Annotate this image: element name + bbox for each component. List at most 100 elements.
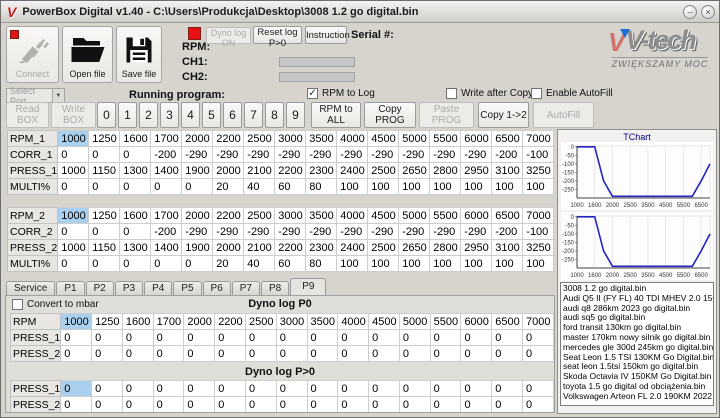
cell-PRESS_2-3[interactable]: 0 (152, 345, 185, 362)
cell-PRESS_2-14[interactable]: 0 (491, 345, 523, 362)
cell-PRESS_2-7[interactable]: 0 (275, 396, 308, 412)
program-digit-button[interactable]: 8 (265, 102, 284, 128)
cell-PRESS_2-12[interactable]: 0 (429, 345, 462, 362)
cell-CORR_2-7[interactable]: -290 (274, 223, 307, 240)
program-digit-button[interactable]: 9 (286, 102, 305, 128)
cell-MULTI%-1[interactable]: 0 (88, 178, 121, 195)
cell-MULTI%-12[interactable]: 100 (429, 178, 462, 195)
cell-RPM_2-2[interactable]: 1600 (119, 207, 152, 224)
cell-RPM-14[interactable]: 6500 (491, 313, 523, 330)
cell-PRESS_2-10[interactable]: 0 (368, 345, 400, 362)
cell-RPM_2-9[interactable]: 4000 (336, 207, 369, 224)
cell-MULTI%-5[interactable]: 20 (212, 178, 245, 195)
cell-PRESS_1-4[interactable]: 0 (183, 380, 216, 397)
cell-PRESS_1-1[interactable]: 1150 (88, 162, 121, 179)
tab-p6[interactable]: P6 (202, 281, 231, 295)
file-list-item[interactable]: Volkswagen Arteon FL 2.0 190KM 2022 Go D… (563, 392, 713, 402)
cell-CORR_1-3[interactable]: -200 (150, 146, 183, 163)
cell-RPM-13[interactable]: 6000 (460, 313, 493, 330)
cell-PRESS_1-14[interactable]: 0 (491, 380, 523, 397)
cell-PRESS_1-10[interactable]: 0 (368, 380, 400, 397)
cell-MULTI%-4[interactable]: 0 (181, 178, 214, 195)
cell-PRESS_1-7[interactable]: 2200 (274, 162, 307, 179)
cell-PRESS_1-0[interactable]: 0 (60, 329, 93, 346)
cell-PRESS_2-6[interactable]: 0 (244, 396, 277, 412)
cell-MULTI%-10[interactable]: 100 (367, 255, 400, 272)
file-list-item[interactable]: toyota 1.5 go digital od obciążenia.bin (563, 382, 713, 392)
cell-RPM-2[interactable]: 1600 (121, 313, 154, 330)
cell-RPM_1-15[interactable]: 7000 (522, 130, 555, 147)
cell-CORR_2-5[interactable]: -290 (212, 223, 245, 240)
cell-MULTI%-12[interactable]: 100 (429, 255, 462, 272)
cell-PRESS_2-12[interactable]: 2800 (429, 239, 462, 256)
cell-MULTI%-14[interactable]: 100 (491, 178, 524, 195)
cell-RPM_2-15[interactable]: 7000 (522, 207, 555, 224)
tab-p9[interactable]: P9 (290, 278, 327, 295)
cell-PRESS_2-5[interactable]: 0 (214, 345, 246, 362)
cell-PRESS_2-13[interactable]: 2950 (460, 239, 493, 256)
file-list-item[interactable]: audi q8 286km 2023 go digital.bin (563, 304, 713, 314)
tab-p7[interactable]: P7 (231, 281, 260, 295)
instruction-button[interactable]: Instruction (305, 26, 350, 44)
cell-PRESS_2-10[interactable]: 0 (368, 396, 400, 412)
cell-PRESS_1-15[interactable]: 0 (522, 329, 554, 346)
cell-CORR_1-9[interactable]: -290 (336, 146, 369, 163)
program-digit-button[interactable]: 4 (181, 102, 200, 128)
cell-RPM_2-8[interactable]: 3500 (305, 207, 338, 224)
cell-PRESS_2-2[interactable]: 1300 (119, 239, 152, 256)
cell-MULTI%-9[interactable]: 100 (336, 255, 369, 272)
cell-MULTI%-6[interactable]: 40 (243, 255, 276, 272)
cell-RPM_1-2[interactable]: 1600 (119, 130, 152, 147)
cell-RPM_2-0[interactable]: 1000 (57, 207, 90, 224)
cell-CORR_2-12[interactable]: -290 (429, 223, 462, 240)
cell-CORR_1-14[interactable]: -200 (491, 146, 524, 163)
cell-RPM_2-5[interactable]: 2200 (212, 207, 245, 224)
cell-MULTI%-4[interactable]: 0 (181, 255, 214, 272)
cell-MULTI%-5[interactable]: 20 (212, 255, 245, 272)
reset-log-button[interactable]: Reset log P>0 (253, 26, 302, 49)
file-list-item[interactable]: mercedes gle 300d 245km go digital.bin (563, 343, 713, 353)
cell-RPM_1-7[interactable]: 3000 (274, 130, 307, 147)
cell-CORR_2-6[interactable]: -290 (243, 223, 276, 240)
cell-PRESS_1-2[interactable]: 1300 (119, 162, 152, 179)
write-box-button[interactable]: Write BOX (51, 102, 96, 128)
cell-PRESS_1-13[interactable]: 0 (460, 329, 493, 346)
dropdown-arrow-icon[interactable]: ▼ (51, 89, 64, 102)
cell-MULTI%-13[interactable]: 100 (460, 178, 493, 195)
cell-CORR_2-13[interactable]: -290 (460, 223, 493, 240)
cell-MULTI%-1[interactable]: 0 (88, 255, 121, 272)
cell-PRESS_1-12[interactable]: 0 (429, 329, 462, 346)
cell-MULTI%-10[interactable]: 100 (367, 178, 400, 195)
cell-PRESS_2-9[interactable]: 0 (337, 396, 370, 412)
cell-PRESS_2-11[interactable]: 2650 (398, 239, 431, 256)
cell-MULTI%-15[interactable]: 100 (522, 255, 555, 272)
file-list-item[interactable]: master 170km nowy silnik go digital.bin (563, 333, 713, 343)
program-digit-button[interactable]: 6 (223, 102, 242, 128)
cell-CORR_1-12[interactable]: -290 (429, 146, 462, 163)
cell-RPM_2-7[interactable]: 3000 (274, 207, 307, 224)
cell-PRESS_1-13[interactable]: 0 (460, 380, 493, 397)
cell-RPM-10[interactable]: 4500 (368, 313, 400, 330)
save-file-button[interactable]: Save file (116, 26, 162, 83)
cell-PRESS_1-10[interactable]: 2500 (367, 162, 400, 179)
cell-PRESS_1-12[interactable]: 2800 (429, 162, 462, 179)
program-digit-button[interactable]: 0 (97, 102, 116, 128)
file-list-item[interactable]: 3008 1.2 go digital.bin (563, 284, 713, 294)
rpm-to-all-button[interactable]: RPM to ALL (311, 102, 361, 128)
cell-RPM_2-1[interactable]: 1250 (88, 207, 121, 224)
cell-CORR_1-13[interactable]: -290 (460, 146, 493, 163)
cell-CORR_1-10[interactable]: -290 (367, 146, 400, 163)
cell-CORR_2-0[interactable]: 0 (57, 223, 90, 240)
cell-RPM-1[interactable]: 1250 (91, 313, 123, 330)
cell-RPM-12[interactable]: 5500 (429, 313, 462, 330)
cell-MULTI%-11[interactable]: 100 (398, 255, 431, 272)
cell-PRESS_2-2[interactable]: 0 (121, 396, 154, 412)
write-after-copy-checkbox[interactable]: Write after Copy (446, 88, 533, 99)
cell-PRESS_1-2[interactable]: 0 (121, 329, 154, 346)
cell-CORR_2-9[interactable]: -290 (336, 223, 369, 240)
cell-RPM_2-11[interactable]: 5000 (398, 207, 431, 224)
cell-PRESS_1-14[interactable]: 3100 (491, 162, 524, 179)
cell-PRESS_2-8[interactable]: 0 (306, 396, 339, 412)
cell-CORR_1-8[interactable]: -290 (305, 146, 338, 163)
connect-button[interactable]: Connect (6, 26, 59, 83)
